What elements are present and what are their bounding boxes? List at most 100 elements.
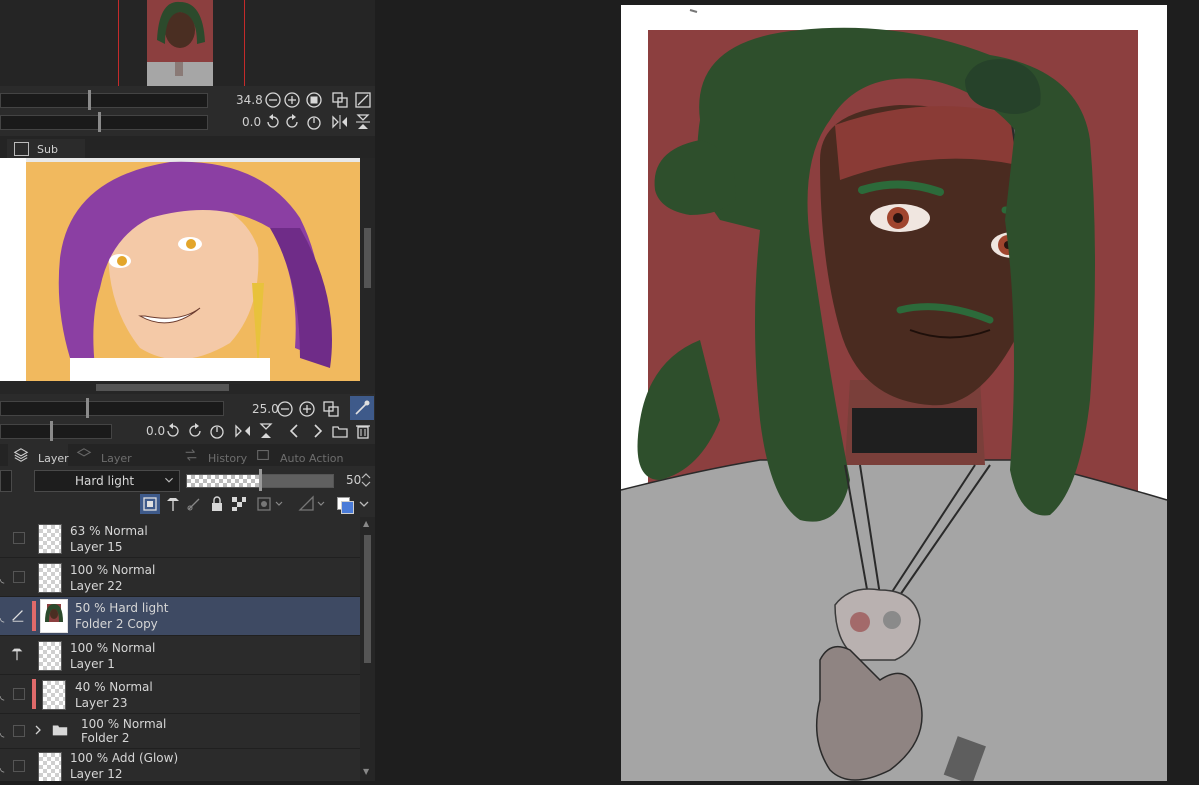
layer-color-dropdown[interactable] xyxy=(0,470,12,492)
fit-window-icon[interactable] xyxy=(331,91,349,109)
subview-flip-vertical-icon[interactable] xyxy=(257,422,275,440)
layer-blend-info: 50 % Hard light xyxy=(75,601,169,615)
layer-lock-checkbox[interactable] xyxy=(13,688,25,700)
layer-list-scrollbar[interactable]: ▲ ▼ xyxy=(360,517,375,781)
actual-size-icon[interactable] xyxy=(305,91,323,109)
subview-vertical-scrollbar[interactable] xyxy=(360,158,375,381)
subview-zoom-knob[interactable] xyxy=(86,398,89,418)
subview-scroll-thumb[interactable] xyxy=(364,228,371,288)
visibility-eye-icon[interactable]: ◟ xyxy=(0,611,4,624)
ruler-chevron-icon[interactable] xyxy=(316,495,326,513)
mask-icon[interactable] xyxy=(256,495,274,513)
delete-image-icon[interactable] xyxy=(354,422,372,440)
history-icon xyxy=(183,447,199,463)
layer-blend-info: 40 % Normal xyxy=(75,680,153,694)
blend-mode-value: Hard light xyxy=(75,474,135,488)
subview-reference-image[interactable] xyxy=(0,158,360,381)
rotate-right-icon[interactable] xyxy=(283,113,301,131)
opacity-value: 50 xyxy=(346,473,362,487)
layer-lock-checkbox[interactable] xyxy=(13,760,25,772)
canvas-area[interactable] xyxy=(375,0,1199,785)
subview-zoom-out-icon[interactable] xyxy=(276,400,294,418)
layer-color-chevron-icon[interactable] xyxy=(357,495,371,513)
lock-layer-icon[interactable] xyxy=(208,495,226,513)
subview-zoom-in-icon[interactable] xyxy=(298,400,316,418)
layer-row[interactable]: ◟ 40 % Normal Layer 23 xyxy=(0,675,360,714)
draft-layer-icon[interactable] xyxy=(185,495,203,513)
blend-mode-select[interactable]: Hard light xyxy=(34,470,180,492)
tab-history[interactable]: History xyxy=(183,444,248,466)
ruler-icon[interactable] xyxy=(298,495,316,513)
flip-horizontal-icon[interactable] xyxy=(331,113,349,131)
visibility-eye-icon[interactable]: ◟ xyxy=(0,761,4,774)
layer-thumbnail xyxy=(38,641,62,671)
subview-hscroll-thumb[interactable] xyxy=(96,384,229,391)
clip-to-layer-below-button[interactable] xyxy=(140,494,160,514)
layer-name: Layer 23 xyxy=(75,696,128,710)
layer-name: Layer 1 xyxy=(70,657,115,671)
visibility-eye-icon[interactable]: ◟ xyxy=(0,726,4,739)
layer-row[interactable]: 100 % Normal Layer 1 xyxy=(0,636,360,675)
layer-row[interactable]: ◟ 100 % Normal Layer 22 xyxy=(0,558,360,597)
tab-layer[interactable]: Layer xyxy=(8,444,69,466)
visibility-eye-icon[interactable]: ◟ xyxy=(0,689,4,702)
lock-transparency-icon[interactable] xyxy=(230,495,248,513)
folder-expand-chevron-icon[interactable] xyxy=(31,722,45,738)
layer-list-scroll-thumb[interactable] xyxy=(364,535,371,663)
layer-row-selected[interactable]: ◟ 50 % Hard light Folder 2 Copy xyxy=(0,597,360,636)
fit-canvas-icon[interactable] xyxy=(354,91,372,109)
subview-zoom-value: 25.0 xyxy=(252,402,279,416)
subview-controls: 25.0 0.0 xyxy=(0,394,375,444)
layer-thumbnail xyxy=(38,563,62,593)
subview-reset-rotation-icon[interactable] xyxy=(208,422,226,440)
zoom-in-icon[interactable] xyxy=(283,91,301,109)
navigator-rotate-slider[interactable] xyxy=(0,115,208,130)
canvas-artwork[interactable] xyxy=(375,0,1199,785)
reset-rotation-icon[interactable] xyxy=(305,113,323,131)
subview-flip-horizontal-icon[interactable] xyxy=(234,422,252,440)
layer-lock-checkbox[interactable] xyxy=(13,725,25,737)
layer-row[interactable]: 63 % Normal Layer 15 xyxy=(0,519,360,558)
pen-editing-icon xyxy=(10,607,26,623)
visibility-eye-icon[interactable]: ◟ xyxy=(0,572,4,585)
eyedropper-button[interactable] xyxy=(350,396,374,420)
flip-vertical-icon[interactable] xyxy=(354,113,372,131)
subview-rotate-left-icon[interactable] xyxy=(164,422,182,440)
layer-row[interactable]: ◟ 100 % Add (Glow) Layer 12 xyxy=(0,749,360,781)
opacity-slider-fill xyxy=(260,475,333,487)
scroll-up-icon[interactable]: ▲ xyxy=(363,519,369,528)
layer-thumbnail xyxy=(42,680,66,710)
tab-auto-action[interactable]: Auto Action xyxy=(255,444,345,466)
opacity-knob[interactable] xyxy=(259,469,262,491)
navigator-zoom-knob[interactable] xyxy=(88,90,91,110)
opacity-stepper-icon[interactable] xyxy=(360,472,372,488)
subview-rotate-slider[interactable] xyxy=(0,424,112,439)
layer-name: Folder 2 Copy xyxy=(75,617,158,631)
layer-lock-checkbox[interactable] xyxy=(13,532,25,544)
layer-blend-info: 100 % Normal xyxy=(70,641,156,655)
rotate-left-icon[interactable] xyxy=(264,113,282,131)
subview-zoom-slider[interactable] xyxy=(0,401,224,416)
layer-color-button[interactable] xyxy=(334,494,354,514)
navigator-zoom-slider[interactable] xyxy=(0,93,208,108)
subview-rotate-knob[interactable] xyxy=(50,421,53,441)
mask-chevron-icon[interactable] xyxy=(274,495,284,513)
zoom-out-icon[interactable] xyxy=(264,91,282,109)
layer-lock-checkbox[interactable] xyxy=(13,571,25,583)
navigator-rotate-knob[interactable] xyxy=(98,112,101,132)
tab-layer-property[interactable]: Layer Property xyxy=(76,444,176,478)
subview-rotate-right-icon[interactable] xyxy=(186,422,204,440)
open-folder-icon[interactable] xyxy=(331,422,349,440)
previous-image-icon[interactable] xyxy=(285,422,303,440)
tab-subview[interactable]: Sub View xyxy=(7,139,85,169)
layer-row-folder[interactable]: ◟ 100 % Normal Folder 2 xyxy=(0,714,360,749)
layer-thumbnail xyxy=(38,524,62,554)
subview-horizontal-scrollbar[interactable] xyxy=(0,381,375,394)
reference-layer-icon[interactable] xyxy=(164,495,182,513)
scroll-down-icon[interactable]: ▼ xyxy=(363,767,369,776)
layer-property-icon xyxy=(76,447,92,463)
next-image-icon[interactable] xyxy=(309,422,327,440)
navigator-thumbnail[interactable] xyxy=(147,0,213,86)
subview-fit-icon[interactable] xyxy=(322,400,340,418)
layer-thumbnail xyxy=(40,599,68,633)
